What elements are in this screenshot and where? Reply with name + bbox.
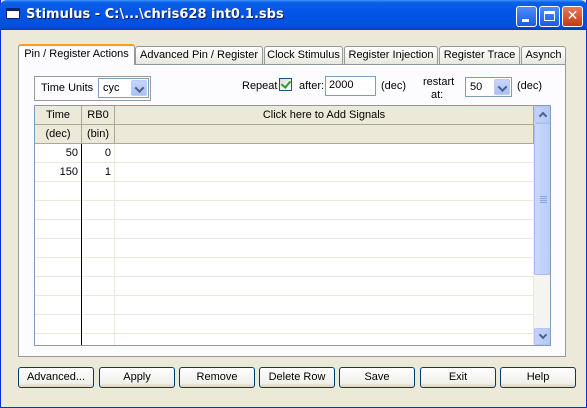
window-title: Stimulus - C:\...\chris628 int0.1.sbs — [26, 7, 284, 22]
column-subheader-time: (dec) — [35, 125, 82, 144]
window-icon — [6, 8, 20, 19]
rb0-cell[interactable] — [82, 277, 115, 296]
exit-button[interactable]: Exit — [420, 367, 496, 388]
restart-label: restart — [423, 76, 455, 88]
time-cell[interactable] — [35, 277, 82, 296]
after-input[interactable]: 2000 — [325, 76, 376, 96]
signal-grid[interactable]: Time (dec) RB0 (bin) Click here to Add S… — [34, 105, 551, 346]
signal-cell[interactable] — [115, 201, 534, 220]
delete-row-button[interactable]: Delete Row — [259, 367, 335, 388]
help-button[interactable]: Help — [500, 367, 576, 388]
rb0-cell[interactable]: 0 — [82, 144, 115, 163]
column-subheader-rb0: (bin) — [82, 125, 115, 144]
column-header-time[interactable]: Time — [35, 106, 82, 125]
tab-register-trace[interactable]: Register Trace — [439, 46, 520, 64]
time-cell[interactable]: 150 — [35, 163, 82, 182]
rb0-cell[interactable] — [82, 334, 115, 345]
rb0-cell[interactable] — [82, 220, 115, 239]
chevron-down-icon[interactable] — [131, 80, 147, 96]
scroll-down-button[interactable] — [534, 328, 550, 345]
close-icon: ✕ — [566, 8, 579, 24]
grip-line — [540, 198, 547, 199]
minimize-icon — [522, 19, 529, 22]
repeat-label: Repeat — [242, 80, 278, 92]
time-cell[interactable] — [35, 296, 82, 315]
column-header-rb0[interactable]: RB0 — [82, 106, 115, 125]
signal-cell[interactable] — [115, 220, 534, 239]
time-cell[interactable] — [35, 220, 82, 239]
time-units-value: cyc — [103, 82, 120, 94]
rb0-cell[interactable] — [82, 315, 115, 334]
grip-line — [540, 196, 547, 197]
signal-cell[interactable] — [115, 258, 534, 277]
time-units-select[interactable]: cyc — [98, 78, 149, 98]
add-signals-subheader — [115, 125, 534, 144]
signal-cell[interactable] — [115, 296, 534, 315]
add-signals-header[interactable]: Click here to Add Signals — [115, 106, 534, 125]
signal-cell[interactable] — [115, 334, 534, 345]
tab-register-injection[interactable]: Register Injection — [344, 46, 438, 64]
tab-clock-stimulus[interactable]: Clock Stimulus — [264, 46, 343, 64]
rb0-cell[interactable] — [82, 239, 115, 258]
stimulus-window: Stimulus - C:\...\chris628 int0.1.sbs ✕ … — [0, 0, 587, 408]
minimize-button[interactable] — [516, 6, 537, 27]
time-cell[interactable]: 50 — [35, 144, 82, 163]
signal-cell[interactable] — [115, 182, 534, 201]
tab-asynch[interactable]: Asynch — [521, 46, 566, 64]
maximize-button[interactable] — [539, 6, 560, 27]
advanced-button[interactable]: Advanced... — [18, 367, 94, 388]
restart-select[interactable]: 50 — [465, 77, 512, 97]
scroll-up-button[interactable] — [534, 106, 550, 123]
vertical-scrollbar[interactable] — [534, 106, 550, 345]
restart-unit: (dec) — [517, 80, 543, 92]
grip-line — [540, 200, 547, 201]
time-cell[interactable] — [35, 315, 82, 334]
rb0-cell[interactable] — [82, 201, 115, 220]
maximize-icon — [544, 11, 555, 21]
tab-advanced-pin-register[interactable]: Advanced Pin / Register — [135, 46, 263, 64]
time-units-label: Time Units — [41, 82, 94, 94]
signal-cell[interactable] — [115, 239, 534, 258]
title-bar[interactable]: Stimulus - C:\...\chris628 int0.1.sbs ✕ — [0, 0, 587, 30]
apply-button[interactable]: Apply — [99, 367, 175, 388]
rb0-cell[interactable] — [82, 182, 115, 201]
tab-pin-register-actions[interactable]: Pin / Register Actions — [18, 44, 135, 65]
rb0-cell[interactable] — [82, 296, 115, 315]
time-cell[interactable] — [35, 334, 82, 345]
close-button[interactable]: ✕ — [562, 6, 583, 27]
time-column-divider — [81, 144, 82, 345]
time-cell[interactable] — [35, 182, 82, 201]
restart-at-label: at: — [431, 89, 444, 101]
signal-cell[interactable] — [115, 315, 534, 334]
scroll-thumb[interactable] — [534, 123, 550, 275]
signal-cell[interactable] — [115, 163, 534, 182]
restart-value: 50 — [470, 81, 483, 93]
time-cell[interactable] — [35, 201, 82, 220]
after-unit: (dec) — [381, 80, 407, 92]
chevron-down-icon[interactable] — [494, 79, 510, 95]
after-label: after: — [299, 80, 325, 92]
repeat-checkbox[interactable] — [279, 78, 292, 91]
signal-cell[interactable] — [115, 144, 534, 163]
rb0-cell[interactable]: 1 — [82, 163, 115, 182]
rb0-cell[interactable] — [82, 258, 115, 277]
grip-line — [540, 202, 547, 203]
save-button[interactable]: Save — [339, 367, 415, 388]
time-cell[interactable] — [35, 239, 82, 258]
signal-cell[interactable] — [115, 277, 534, 296]
time-cell[interactable] — [35, 258, 82, 277]
remove-button[interactable]: Remove — [179, 367, 255, 388]
